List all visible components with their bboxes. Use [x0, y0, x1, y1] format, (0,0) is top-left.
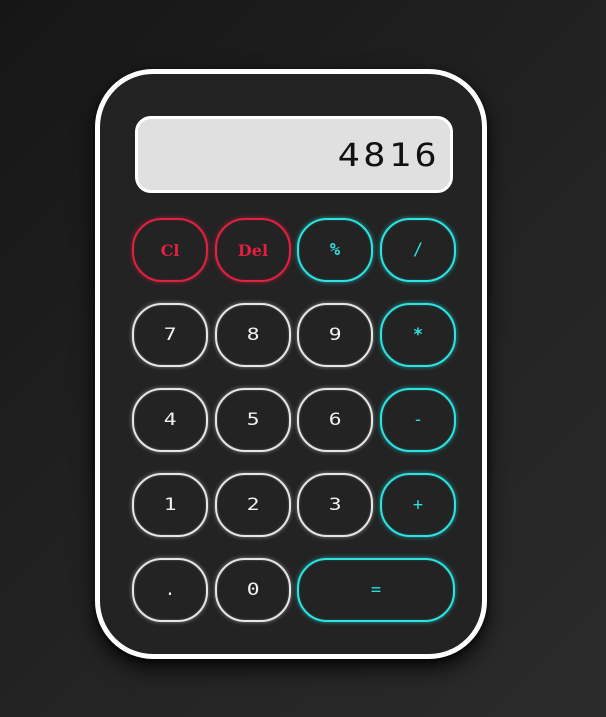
percent-button[interactable]: %	[297, 218, 373, 282]
digit-7-button[interactable]: 7	[132, 303, 208, 367]
digit-7-label: 7	[163, 325, 177, 345]
digit-5-label: 5	[246, 410, 260, 430]
divide-button[interactable]: /	[380, 218, 456, 282]
calculator-display: 4816	[135, 116, 453, 193]
clear-button[interactable]: Cl	[132, 218, 208, 282]
equals-button[interactable]: =	[297, 558, 455, 622]
calculator-body: 4816 Cl Del % / 7 8 9 * 4 5 6 - 1 2 3 + …	[95, 69, 487, 659]
digit-3-button[interactable]: 3	[297, 473, 373, 537]
digit-2-label: 2	[246, 495, 260, 515]
digit-6-button[interactable]: 6	[297, 388, 373, 452]
digit-4-button[interactable]: 4	[132, 388, 208, 452]
digit-1-label: 1	[163, 495, 177, 515]
digit-8-button[interactable]: 8	[215, 303, 291, 367]
add-button[interactable]: +	[380, 473, 456, 537]
digit-9-button[interactable]: 9	[297, 303, 373, 367]
digit-3-label: 3	[328, 495, 342, 515]
digit-1-button[interactable]: 1	[132, 473, 208, 537]
digit-0-label: 0	[246, 580, 260, 600]
digit-5-button[interactable]: 5	[215, 388, 291, 452]
decimal-button[interactable]: .	[132, 558, 208, 622]
digit-8-label: 8	[246, 325, 260, 345]
multiply-button[interactable]: *	[380, 303, 456, 367]
digit-0-button[interactable]: 0	[215, 558, 291, 622]
digit-6-label: 6	[328, 410, 342, 430]
digit-4-label: 4	[163, 410, 177, 430]
display-value: 4816	[337, 135, 440, 174]
subtract-button[interactable]: -	[380, 388, 456, 452]
digit-9-label: 9	[328, 325, 342, 345]
delete-button[interactable]: Del	[215, 218, 291, 282]
digit-2-button[interactable]: 2	[215, 473, 291, 537]
